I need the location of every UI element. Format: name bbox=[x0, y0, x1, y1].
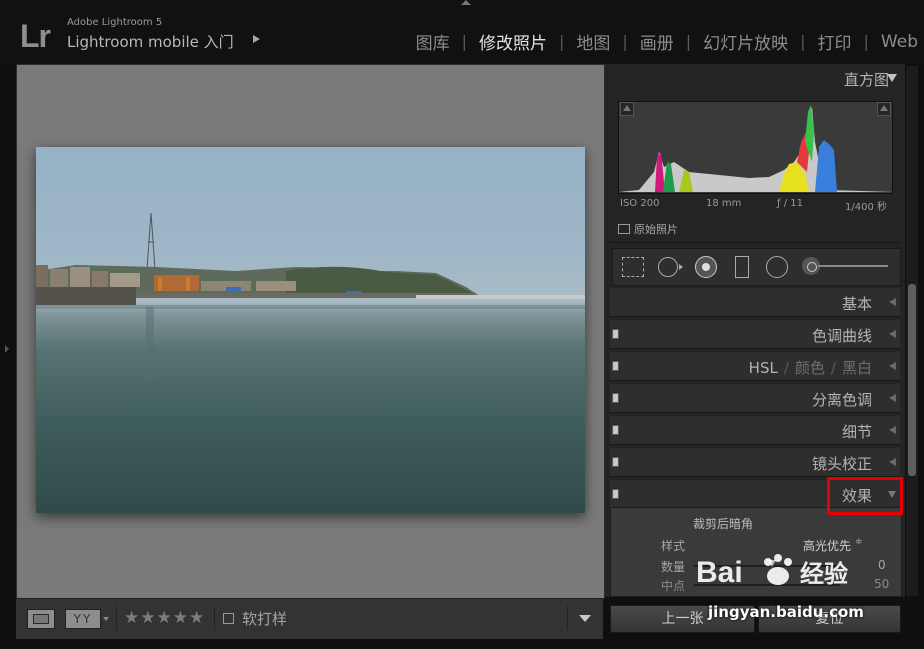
expand-triangle-icon[interactable] bbox=[889, 362, 896, 370]
panel-basic-label: 基本 bbox=[841, 295, 872, 313]
panel-detail-header[interactable]: 细节 bbox=[610, 416, 900, 445]
module-library[interactable]: 图库 bbox=[404, 29, 462, 54]
photo-scene bbox=[36, 212, 585, 377]
post-crop-vignette-title: 裁剪后暗角 bbox=[693, 517, 754, 531]
watermark-logo-text2: 经验 bbox=[800, 560, 848, 588]
watermark-logo-text: Bai bbox=[696, 556, 743, 589]
radial-filter-icon[interactable] bbox=[766, 256, 788, 278]
lightroom-logo: Lr bbox=[20, 18, 51, 54]
exif-shutter: 1/400 秒 bbox=[845, 202, 887, 213]
module-book[interactable]: 画册 bbox=[628, 29, 686, 54]
divider bbox=[610, 242, 900, 243]
module-web[interactable]: Web bbox=[869, 32, 918, 52]
tab-separator: / bbox=[783, 359, 789, 377]
module-develop[interactable]: 修改照片 bbox=[467, 29, 559, 54]
top-panel-collapse-icon[interactable] bbox=[461, 0, 471, 5]
identity-plate-title[interactable]: Lightroom mobile 入门 bbox=[67, 31, 234, 52]
panel-detail-label: 细节 bbox=[841, 423, 872, 441]
vignette-midpoint-label: 中点 bbox=[661, 579, 686, 593]
soft-proof-label[interactable]: 软打样 bbox=[242, 608, 287, 629]
crop-overlay-icon[interactable] bbox=[622, 257, 644, 277]
expand-triangle-icon[interactable] bbox=[889, 426, 896, 434]
original-photo-label[interactable]: 原始照片 bbox=[634, 221, 678, 237]
exif-aperture: ƒ / 11 bbox=[777, 198, 803, 209]
toolbar-divider bbox=[567, 606, 568, 630]
toolbar-divider bbox=[116, 606, 117, 630]
histogram-graph[interactable] bbox=[618, 101, 893, 194]
app-version: Adobe Lightroom 5 bbox=[67, 17, 163, 28]
expand-triangle-icon[interactable] bbox=[889, 458, 896, 466]
adjustment-brush-slider[interactable] bbox=[818, 265, 888, 267]
module-map[interactable]: 地图 bbox=[564, 29, 622, 54]
vignette-amount-label: 数量 bbox=[661, 560, 686, 574]
tab-separator: / bbox=[830, 359, 836, 377]
toolbar-menu-icon[interactable] bbox=[579, 615, 591, 622]
watermark-url: jingyan.baidu.com bbox=[708, 603, 864, 621]
panel-toggle-switch[interactable] bbox=[612, 457, 619, 467]
histogram-title: 直方图 bbox=[843, 71, 889, 89]
graduated-filter-icon[interactable] bbox=[735, 256, 749, 278]
panel-toggle-switch[interactable] bbox=[612, 489, 619, 499]
play-arrow-icon[interactable] bbox=[253, 35, 260, 43]
panel-split-toning-header[interactable]: 分离色调 bbox=[610, 384, 900, 413]
panel-split-toning-label: 分离色调 bbox=[811, 391, 872, 409]
baidu-paw-logo: Bai 经验 bbox=[696, 554, 848, 589]
spot-removal-icon[interactable] bbox=[658, 257, 678, 277]
exif-focal-length: 18 mm bbox=[706, 198, 742, 209]
vignette-style-label: 样式 bbox=[661, 539, 686, 553]
shadow-clipping-icon[interactable] bbox=[620, 102, 634, 116]
expand-triangle-icon[interactable] bbox=[889, 298, 896, 306]
panel-tone-curve-label: 色调曲线 bbox=[811, 327, 872, 345]
highlight-clipping-icon[interactable] bbox=[877, 102, 891, 116]
tool-strip bbox=[612, 248, 901, 286]
before-after-button[interactable]: YY bbox=[65, 609, 101, 629]
panel-toggle-switch[interactable] bbox=[612, 329, 619, 339]
black-white-tab[interactable]: 黑白 bbox=[842, 359, 872, 377]
collapse-triangle-icon[interactable] bbox=[887, 74, 897, 82]
panel-lens-corrections-label: 镜头校正 bbox=[811, 455, 872, 473]
scrollbar-thumb[interactable] bbox=[908, 284, 916, 476]
panel-tone-curve-header[interactable]: 色调曲线 bbox=[610, 320, 900, 349]
original-photo-checkbox[interactable] bbox=[618, 224, 630, 234]
expand-triangle-icon[interactable] bbox=[889, 330, 896, 338]
chevron-down-icon[interactable] bbox=[103, 617, 109, 621]
module-print[interactable]: 打印 bbox=[806, 29, 864, 54]
photo-preview[interactable] bbox=[36, 147, 585, 513]
exif-iso: ISO 200 bbox=[620, 198, 660, 209]
module-slideshow[interactable]: 幻灯片放映 bbox=[691, 29, 800, 54]
color-tab[interactable]: 颜色 bbox=[795, 359, 825, 377]
module-picker: 图库 | 修改照片 | 地图 | 画册 | 幻灯片放映 | 打印 | Web bbox=[404, 29, 918, 55]
panel-lens-corrections-header[interactable]: 镜头校正 bbox=[610, 448, 900, 477]
panel-toggle-switch[interactable] bbox=[612, 361, 619, 371]
red-eye-correction-icon[interactable] bbox=[695, 256, 717, 278]
rating-stars[interactable]: ★★★★★ bbox=[124, 608, 205, 628]
toolbar-divider bbox=[214, 606, 215, 630]
hsl-tab[interactable]: HSL bbox=[749, 359, 778, 377]
panel-hsl-header[interactable]: HSL / 颜色 / 黑白 bbox=[610, 352, 900, 381]
baidu-watermark: Bai 经验 bbox=[696, 548, 896, 638]
expand-triangle-icon[interactable] bbox=[889, 394, 896, 402]
panel-hsl-label: HSL / 颜色 / 黑白 bbox=[749, 357, 872, 378]
loupe-view-button[interactable] bbox=[27, 609, 55, 629]
panel-toggle-switch[interactable] bbox=[612, 425, 619, 435]
panel-basic-header[interactable]: 基本 bbox=[610, 288, 900, 317]
panel-toggle-switch[interactable] bbox=[612, 393, 619, 403]
left-panel-collapse-icon[interactable] bbox=[5, 345, 9, 353]
spot-removal-arrow-icon bbox=[679, 264, 683, 270]
histogram-plot bbox=[619, 105, 892, 192]
annotation-highlight-box bbox=[827, 477, 903, 515]
select-arrows-icon[interactable]: ≑ bbox=[855, 537, 863, 547]
soft-proof-checkbox[interactable] bbox=[223, 613, 234, 624]
